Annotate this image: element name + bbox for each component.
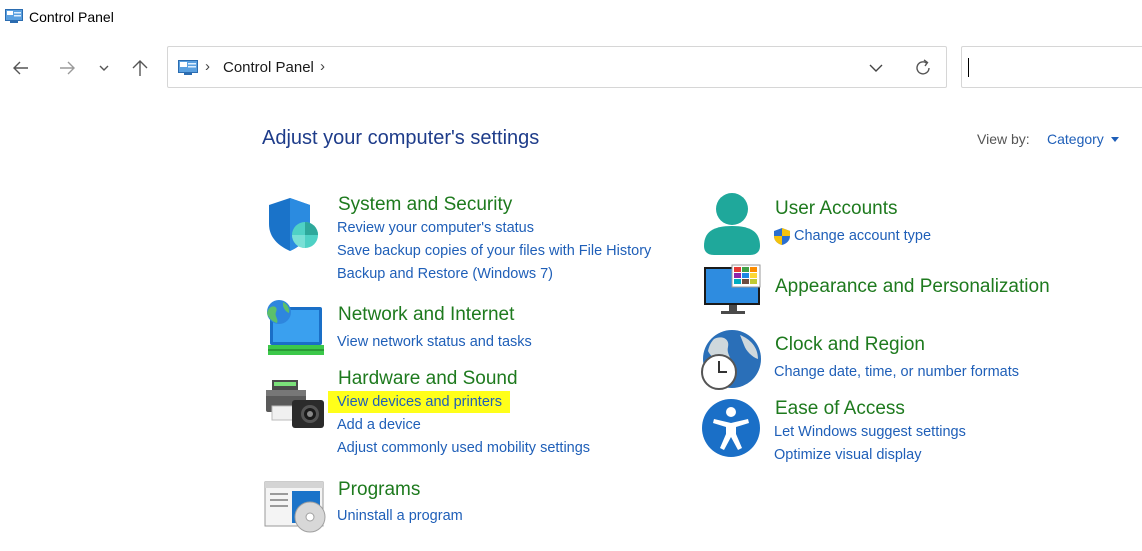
link-backup-restore[interactable]: Backup and Restore (Windows 7) (337, 266, 553, 282)
link-date-time-formats[interactable]: Change date, time, or number formats (774, 364, 1019, 380)
title-bar: Control Panel (0, 0, 1142, 36)
programs-icon[interactable] (264, 481, 326, 535)
window-title: Control Panel (29, 9, 114, 25)
link-change-account-type[interactable]: Change account type (794, 228, 931, 244)
forward-button[interactable] (53, 54, 81, 82)
ease-of-access-icon[interactable] (701, 398, 761, 458)
link-optimize-visual-display[interactable]: Optimize visual display (774, 447, 921, 463)
view-by-dropdown[interactable]: Category (1047, 131, 1104, 147)
shield-icon[interactable] (264, 196, 322, 254)
forward-arrow-icon (60, 61, 75, 75)
chevron-down-icon (869, 64, 883, 72)
refresh-button[interactable] (911, 57, 935, 79)
printer-camera-icon[interactable] (264, 376, 326, 430)
breadcrumb-separator[interactable]: › (205, 58, 210, 75)
link-mobility-settings[interactable]: Adjust commonly used mobility settings (337, 440, 590, 456)
breadcrumb-separator[interactable]: › (320, 58, 325, 75)
up-button[interactable] (126, 54, 154, 82)
chevron-down-icon (99, 65, 109, 71)
link-devices-printers-label[interactable]: View devices and printers (328, 391, 510, 413)
dropdown-arrow-icon[interactable] (1111, 137, 1119, 142)
uac-shield-icon (774, 228, 790, 245)
link-network-status[interactable]: View network status and tasks (337, 334, 532, 350)
link-windows-suggest-settings[interactable]: Let Windows suggest settings (774, 424, 966, 440)
back-button[interactable] (7, 54, 35, 82)
link-add-device[interactable]: Add a device (337, 417, 421, 433)
category-clock-region[interactable]: Clock and Region (775, 334, 925, 356)
recent-locations-button[interactable] (90, 54, 118, 82)
page-title: Adjust your computer's settings (262, 127, 540, 149)
control-panel-icon (178, 60, 198, 75)
link-devices-printers[interactable]: View devices and printers (328, 391, 510, 413)
category-user-accounts[interactable]: User Accounts (775, 198, 898, 220)
category-programs[interactable]: Programs (338, 479, 420, 501)
link-review-status[interactable]: Review your computer's status (337, 220, 534, 236)
network-globe-icon[interactable] (264, 299, 324, 359)
category-network-internet[interactable]: Network and Internet (338, 304, 514, 326)
link-uninstall-program[interactable]: Uninstall a program (337, 508, 463, 524)
category-ease-of-access[interactable]: Ease of Access (775, 398, 905, 420)
link-file-history[interactable]: Save backup copies of your files with Fi… (337, 243, 651, 259)
clock-globe-icon[interactable] (700, 329, 762, 391)
category-system-security[interactable]: System and Security (338, 194, 512, 216)
breadcrumb-control-panel[interactable]: Control Panel (223, 59, 314, 76)
user-accounts-icon[interactable] (701, 192, 763, 256)
appearance-monitor-icon[interactable] (703, 264, 763, 316)
category-appearance-personalization[interactable]: Appearance and Personalization (775, 276, 1050, 298)
address-bar[interactable]: › Control Panel › (167, 46, 947, 88)
refresh-icon (916, 59, 930, 75)
control-panel-icon (5, 9, 23, 23)
address-history-button[interactable] (864, 57, 888, 79)
text-caret (968, 58, 969, 77)
category-hardware-sound[interactable]: Hardware and Sound (338, 368, 518, 390)
back-arrow-icon (13, 61, 28, 75)
up-arrow-icon (132, 60, 148, 76)
view-by-label: View by: (977, 131, 1030, 147)
search-box[interactable] (961, 46, 1142, 88)
